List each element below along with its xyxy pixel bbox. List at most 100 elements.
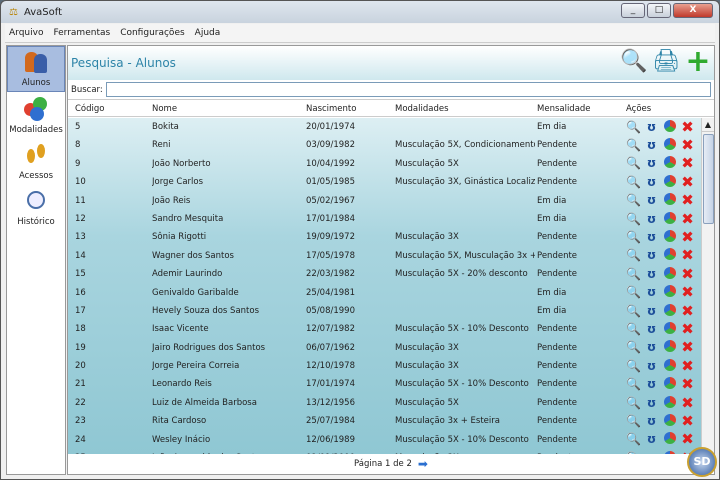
delete-button[interactable]: ✖ [680,156,695,171]
scroll-up-icon[interactable]: ▲ [702,118,714,132]
delete-button[interactable]: ✖ [680,248,695,263]
column-header-codigo[interactable]: Código [75,100,145,118]
table-row[interactable]: 11 João Reis 05/02/1967 Em dia 🔍 ʊ ✖ [68,192,702,210]
delete-button[interactable]: ✖ [680,303,695,319]
delete-button[interactable]: ✖ [680,119,695,135]
table-row[interactable]: 5 Bokita 20/01/1974 Em dia 🔍 ʊ ✖ [68,118,702,136]
view-button[interactable]: 🔍 [626,322,641,337]
stethoscope-icon[interactable]: ʊ [644,285,659,300]
print-button[interactable]: 🖨 [652,48,680,76]
table-row[interactable]: 17 Hevely Souza dos Santos 05/08/1990 Em di… [68,302,702,320]
stethoscope-icon[interactable]: ʊ [644,432,659,447]
menu-ferramentas[interactable]: Ferramentas [53,28,110,38]
view-button[interactable]: 🔍 [626,285,641,300]
modalidades-icon[interactable] [662,321,677,337]
vertical-scrollbar[interactable]: ▲ [701,118,714,456]
table-row[interactable]: 9 João Norberto 10/04/1992 Musculação 5X Pen… [68,155,702,173]
modalidades-icon[interactable] [662,303,677,319]
stethoscope-icon[interactable]: ʊ [644,248,659,263]
view-button[interactable]: 🔍 [626,359,641,374]
view-button[interactable]: 🔍 [626,175,641,190]
menu-arquivo[interactable]: Arquivo [9,28,43,38]
delete-button[interactable]: ✖ [680,413,695,429]
modalidades-icon[interactable] [662,377,677,392]
modalidades-icon[interactable] [662,285,677,300]
stethoscope-icon[interactable]: ʊ [644,396,659,411]
stethoscope-icon[interactable]: ʊ [644,175,659,190]
column-header-modalidades[interactable]: Modalidades [395,100,535,118]
table-row[interactable]: 23 Rita Cardoso 25/07/1984 Musculação 3x + … [68,412,702,430]
scroll-thumb[interactable] [703,134,714,224]
table-row[interactable]: 8 Reni 03/09/1982 Musculação 5X, Condiciona… [68,136,702,154]
table-row[interactable]: 10 Jorge Carlos 01/05/1985 Musculação 3X, G… [68,173,702,191]
stethoscope-icon[interactable]: ʊ [644,193,659,208]
sidebar-item-modalidades[interactable]: Modalidades [7,92,65,138]
modalidades-icon[interactable] [662,174,677,190]
modalidades-icon[interactable] [662,248,677,263]
stethoscope-icon[interactable]: ʊ [644,230,659,245]
delete-button[interactable]: ✖ [680,358,695,374]
delete-button[interactable]: ✖ [680,321,695,337]
stethoscope-icon[interactable]: ʊ [644,212,659,227]
column-header-nome[interactable]: Nome [152,100,302,118]
table-row[interactable]: 18 Isaac Vicente 12/07/1982 Musculação 5X -… [68,320,702,338]
delete-button[interactable]: ✖ [680,432,695,447]
stethoscope-icon[interactable]: ʊ [644,377,659,392]
stethoscope-icon[interactable]: ʊ [644,120,659,135]
column-header-nascimento[interactable]: Nascimento [306,100,391,118]
delete-button[interactable]: ✖ [680,174,695,190]
menu-ajuda[interactable]: Ajuda [195,28,221,38]
table-row[interactable]: 24 Wesley Inácio 12/06/1989 Musculação 5X -… [68,431,702,449]
view-button[interactable]: 🔍 [626,248,641,263]
view-button[interactable]: 🔍 [626,138,641,153]
view-button[interactable]: 🔍 [626,267,641,282]
maximize-button[interactable]: □ [647,3,671,18]
stethoscope-icon[interactable]: ʊ [644,414,659,429]
delete-button[interactable]: ✖ [680,138,695,153]
table-row[interactable]: 12 Sandro Mesquita 17/01/1984 Em dia 🔍 ʊ ✖ [68,210,702,228]
add-button[interactable]: + [684,47,712,77]
table-row[interactable]: 21 Leonardo Reis 17/01/1974 Musculação 5X -… [68,375,702,393]
view-button[interactable]: 🔍 [626,304,641,319]
view-button[interactable]: 🔍 [626,340,641,355]
search-input[interactable] [105,82,711,97]
stethoscope-icon[interactable]: ʊ [644,359,659,374]
modalidades-icon[interactable] [662,413,677,429]
delete-button[interactable]: ✖ [680,377,695,392]
view-button[interactable]: 🔍 [626,230,641,245]
stethoscope-icon[interactable]: ʊ [644,340,659,355]
stethoscope-icon[interactable]: ʊ [644,322,659,337]
menu-configuracoes[interactable]: Configurações [120,28,184,38]
view-button[interactable]: 🔍 [626,212,641,227]
view-button[interactable]: 🔍 [626,193,641,208]
view-button[interactable]: 🔍 [626,156,641,171]
delete-button[interactable]: ✖ [680,266,695,282]
modalidades-icon[interactable] [662,395,677,411]
column-header-mensalidade[interactable]: Mensalidade [537,100,622,118]
delete-button[interactable]: ✖ [680,395,695,411]
modalidades-icon[interactable] [662,432,677,447]
modalidades-icon[interactable] [662,340,677,355]
view-button[interactable]: 🔍 [626,432,641,447]
delete-button[interactable]: ✖ [680,285,695,300]
table-row[interactable]: 19 Jairo Rodrigues dos Santos 06/07/1962 Mu… [68,339,702,357]
delete-button[interactable]: ✖ [680,340,695,355]
table-row[interactable]: 16 Genivaldo Garibalde 25/04/1981 Em dia 🔍 ʊ ✖ [68,284,702,302]
search-button[interactable]: 🔍 [620,48,648,76]
table-row[interactable]: 22 Luiz de Almeida Barbosa 13/12/1956 Muscu… [68,394,702,412]
view-button[interactable]: 🔍 [626,377,641,392]
modalidades-icon[interactable] [662,156,677,171]
view-button[interactable]: 🔍 [626,120,641,135]
next-page-arrow-icon[interactable]: ➡ [418,457,428,471]
sidebar-item-alunos[interactable]: Alunos [7,46,65,92]
sidebar-item-historico[interactable]: Histórico [7,184,65,230]
table-row[interactable]: 20 Jorge Pereira Correia 12/10/1978 Muscula… [68,357,702,375]
modalidades-icon[interactable] [662,119,677,135]
delete-button[interactable]: ✖ [680,193,695,208]
stethoscope-icon[interactable]: ʊ [644,267,659,282]
view-button[interactable]: 🔍 [626,396,641,411]
sidebar-item-acessos[interactable]: Acessos [7,138,65,184]
stethoscope-icon[interactable]: ʊ [644,138,659,153]
modalidades-icon[interactable] [662,138,677,153]
view-button[interactable]: 🔍 [626,414,641,429]
